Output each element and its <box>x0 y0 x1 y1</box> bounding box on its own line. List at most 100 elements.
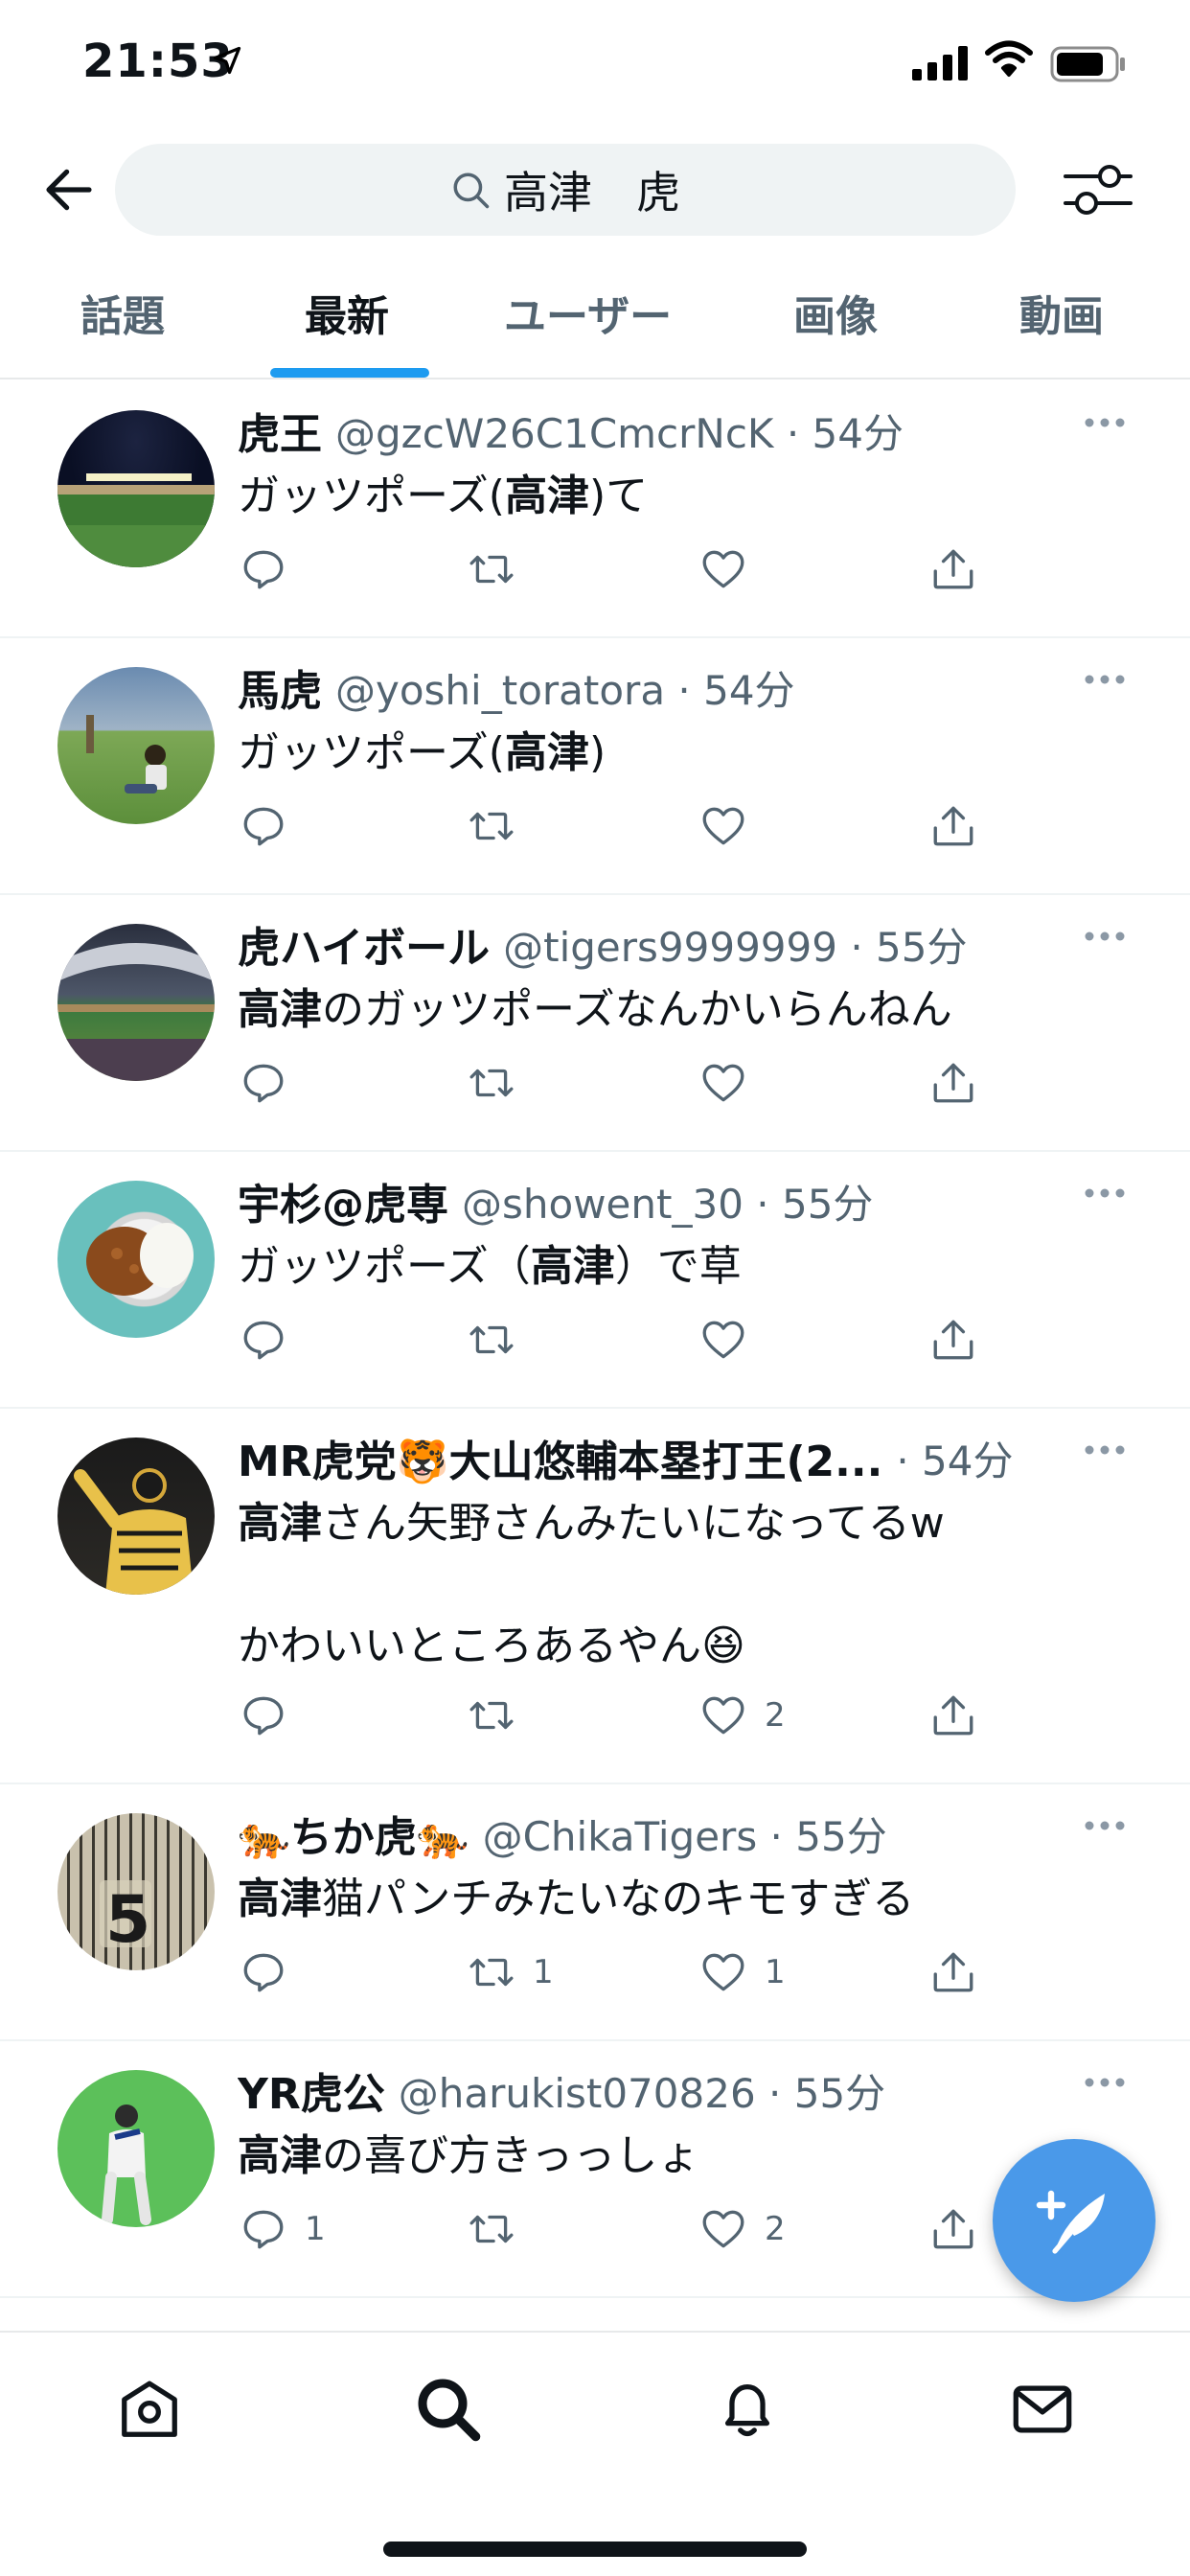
search-settings-button[interactable] <box>1060 155 1136 224</box>
more-dots-icon[interactable] <box>1083 2076 1127 2089</box>
search-icon <box>453 172 490 209</box>
nav-home[interactable] <box>111 2371 188 2448</box>
heart-icon <box>702 2210 744 2248</box>
battery-icon <box>1050 46 1125 82</box>
reply-icon <box>243 1321 284 1360</box>
tweet-header: 虎ハイボール @tigers9999999 · 55分 <box>238 916 1081 973</box>
avatar[interactable] <box>57 2070 215 2227</box>
more-dots-icon[interactable] <box>1083 1186 1127 1200</box>
back-button[interactable] <box>38 159 100 220</box>
avatar[interactable] <box>57 410 215 567</box>
search-input[interactable]: 高津 虎 <box>504 158 680 221</box>
handle-time: @showent_30 · 55分 <box>462 1180 874 1228</box>
tweet-actions <box>238 797 1004 855</box>
share-button[interactable] <box>929 797 977 855</box>
share-button[interactable] <box>929 1054 977 1112</box>
svg-text:5: 5 <box>105 1882 150 1958</box>
share-button[interactable] <box>929 1687 977 1744</box>
retweet-button[interactable] <box>468 1687 533 1744</box>
display-name[interactable]: 宇杉@虎専 <box>238 1173 448 1229</box>
tweet-header: 宇杉@虎専 @showent_30 · 55分 <box>238 1173 1081 1230</box>
retweet-button[interactable]: 1 <box>468 1944 554 2001</box>
retweet-icon <box>469 2215 514 2243</box>
heart-icon <box>702 1953 744 1991</box>
display-name[interactable]: 虎王 <box>238 402 322 458</box>
like-button[interactable] <box>699 1054 765 1112</box>
nav-notifications[interactable] <box>709 2371 786 2448</box>
like-button[interactable] <box>699 797 765 855</box>
handle-time: @yoshi_toratora · 54分 <box>335 666 795 714</box>
reply-button[interactable] <box>240 1687 305 1744</box>
display-name[interactable]: 🐅ちか虎🐅 <box>238 1806 469 1861</box>
display-name[interactable]: 虎ハイボール <box>238 916 490 972</box>
tweet[interactable]: 馬虎 @yoshi_toratora · 54分 ガッツポーズ(高津) <box>0 638 1190 895</box>
tab-people[interactable]: ユーザー <box>504 282 672 343</box>
active-tab-indicator <box>270 368 429 378</box>
tweet[interactable]: 虎王 @gzcW26C1CmcrNcK · 54分 ガッツポーズ(高津)て <box>0 381 1190 638</box>
like-button[interactable] <box>699 540 765 598</box>
like-button[interactable] <box>699 1311 765 1368</box>
share-icon <box>933 549 973 589</box>
display-name[interactable]: 馬虎 <box>238 659 322 715</box>
share-button[interactable] <box>929 1311 977 1368</box>
search-bar[interactable]: 高津 虎 <box>115 144 1016 236</box>
share-icon <box>933 1320 973 1360</box>
search-icon <box>418 2379 481 2442</box>
compose-tweet-button[interactable] <box>993 2139 1156 2302</box>
reply-icon <box>243 1064 284 1103</box>
nav-messages[interactable] <box>1004 2371 1081 2448</box>
reply-button[interactable] <box>240 1944 305 2001</box>
bell-icon <box>724 2384 770 2437</box>
tweet-text: ガッツポーズ（高津）で草 <box>238 1242 742 1291</box>
tab-photos[interactable]: 画像 <box>793 282 878 343</box>
tweet-text: ガッツポーズ(高津) <box>238 728 606 777</box>
tweet[interactable]: 5 🐅ちか虎🐅 @ChikaTigers · 55分 高津猫パンチみたいなのキモ… <box>0 1784 1190 2041</box>
tweet[interactable]: 虎ハイボール @tigers9999999 · 55分 高津のガッツポーズなんか… <box>0 895 1190 1152</box>
feather-plus-icon <box>1036 2190 1105 2254</box>
tweet-header: 虎王 @gzcW26C1CmcrNcK · 54分 <box>238 402 1081 459</box>
heart-icon <box>702 1064 744 1102</box>
tab-videos[interactable]: 動画 <box>1019 282 1104 343</box>
avatar[interactable] <box>57 667 215 824</box>
share-button[interactable] <box>929 1944 977 2001</box>
share-button[interactable] <box>929 2200 977 2258</box>
reply-button[interactable] <box>240 797 305 855</box>
avatar[interactable] <box>57 924 215 1081</box>
tab-latest[interactable]: 最新 <box>305 282 389 343</box>
retweet-button[interactable] <box>468 797 533 855</box>
avatar[interactable] <box>57 1181 215 1338</box>
tab-top[interactable]: 話題 <box>80 282 165 343</box>
reply-icon <box>243 2210 284 2249</box>
display-name[interactable]: MR虎党🐯大山悠輔本塁打王(2... <box>238 1430 882 1485</box>
retweet-button[interactable] <box>468 540 533 598</box>
share-icon <box>933 1952 973 1992</box>
retweet-button[interactable] <box>468 2200 533 2258</box>
like-button[interactable]: 2 <box>699 2200 786 2258</box>
like-button[interactable]: 1 <box>699 1944 786 2001</box>
avatar[interactable]: 5 <box>57 1813 215 1970</box>
tweet[interactable]: 宇杉@虎専 @showent_30 · 55分 ガッツポーズ（高津）で草 <box>0 1152 1190 1409</box>
retweet-icon <box>469 1325 514 1354</box>
reply-icon <box>243 550 284 589</box>
avatar-image <box>86 715 167 794</box>
retweet-button[interactable] <box>468 1054 533 1112</box>
like-button[interactable]: 2 <box>699 1687 786 1744</box>
display-name[interactable]: YR虎公 <box>238 2062 385 2118</box>
avatar[interactable] <box>57 1438 215 1595</box>
retweet-button[interactable] <box>468 1311 533 1368</box>
more-dots-icon[interactable] <box>1083 1819 1127 1832</box>
more-dots-icon[interactable] <box>1083 673 1127 686</box>
more-dots-icon[interactable] <box>1083 416 1127 429</box>
reply-icon <box>243 807 284 846</box>
reply-button[interactable]: 1 <box>240 2200 326 2258</box>
reply-button[interactable] <box>240 1311 305 1368</box>
tweet[interactable]: MR虎党🐯大山悠輔本塁打王(2... · 54分 高津さん矢野さんみたいになって… <box>0 1409 1190 1784</box>
retweet-icon <box>469 1958 514 1987</box>
share-button[interactable] <box>929 540 977 598</box>
nav-search[interactable] <box>410 2371 487 2448</box>
retweet-icon <box>469 812 514 840</box>
more-dots-icon[interactable] <box>1083 930 1127 943</box>
reply-button[interactable] <box>240 1054 305 1112</box>
more-dots-icon[interactable] <box>1083 1443 1127 1457</box>
reply-button[interactable] <box>240 540 305 598</box>
